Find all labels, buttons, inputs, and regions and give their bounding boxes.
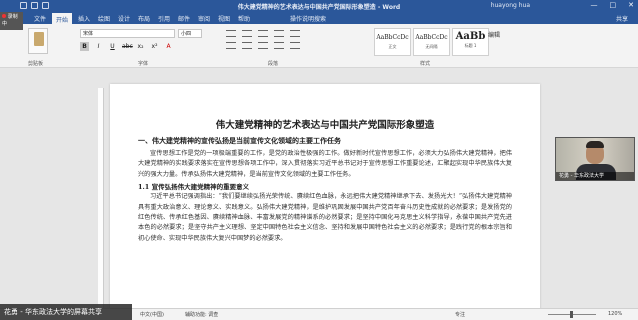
window-title: 伟大建党精神的艺术表达与中国共产党国际形象塑造 - Word bbox=[237, 4, 401, 11]
close-button[interactable]: ✕ bbox=[628, 1, 634, 9]
paragraph-2: 习近平总书记强调指出：“我们要继续弘扬光荣传统、赓续红色血脉，永远把伟大建党精神… bbox=[138, 193, 512, 242]
underline-button[interactable]: U bbox=[108, 42, 117, 51]
style-heading-1[interactable]: AaBb 标题 1 bbox=[452, 28, 489, 56]
group-label-clipboard: 剪贴板 bbox=[28, 61, 44, 67]
tab-mailings[interactable]: 邮件 bbox=[178, 14, 190, 23]
user-name[interactable]: huayong hua bbox=[491, 2, 530, 9]
ribbon: 宋体 小四 B I U abc x₂ x² A AaBbCcDc 正文 AaBb… bbox=[0, 24, 638, 68]
group-label-font: 字体 bbox=[138, 61, 149, 67]
align-center-icon[interactable] bbox=[242, 42, 252, 49]
justify-icon[interactable] bbox=[274, 42, 284, 49]
page-content: 伟大建党精神的艺术表达与中国共产党国际形象塑造 一、伟大建党精神的宣传弘扬是当前… bbox=[138, 117, 512, 244]
tell-me-search[interactable]: 操作说明搜索 bbox=[290, 14, 326, 23]
document-canvas: 伟大建党精神的艺术表达与中国共产党国际形象塑造 一、伟大建党精神的宣传弘扬是当前… bbox=[0, 68, 638, 314]
tab-references[interactable]: 引用 bbox=[158, 14, 170, 23]
format-buttons: B I U abc x₂ x² A bbox=[80, 42, 173, 51]
webcam-name-label: 花勇 - 华东政法大学 bbox=[556, 172, 634, 180]
paragraph-1: 宣传思想工作是党的一项极端重要的工作，是党的政治性极强的工作。做好新时代宣传思想… bbox=[138, 150, 512, 178]
align-buttons bbox=[226, 42, 300, 49]
tab-view[interactable]: 视图 bbox=[218, 14, 230, 23]
record-dot-icon bbox=[2, 14, 6, 18]
language-status[interactable]: 中文(中国) bbox=[140, 311, 164, 318]
subscript-button[interactable]: x₂ bbox=[136, 42, 145, 51]
zoom-level[interactable]: 120% bbox=[608, 311, 622, 317]
multilevel-list-icon[interactable] bbox=[258, 30, 268, 37]
decrease-indent-icon[interactable] bbox=[274, 30, 284, 37]
clipboard-icon bbox=[34, 32, 44, 46]
style-name: 标题 1 bbox=[464, 43, 477, 48]
italic-button[interactable]: I bbox=[94, 42, 103, 51]
style-no-spacing[interactable]: AaBbCcDc 无间隔 bbox=[413, 28, 450, 56]
style-preview: AaBb bbox=[455, 31, 486, 42]
vertical-ruler bbox=[98, 88, 104, 308]
line-spacing-icon[interactable] bbox=[290, 42, 300, 49]
window-controls: — □ ✕ bbox=[591, 1, 635, 9]
strikethrough-button[interactable]: abc bbox=[122, 42, 133, 51]
maximize-button[interactable]: □ bbox=[610, 1, 617, 9]
document-title: 伟大建党精神的艺术表达与中国共产党国际形象塑造 bbox=[215, 120, 435, 131]
tab-draw[interactable]: 绘图 bbox=[98, 14, 110, 23]
focus-mode-button[interactable]: 专注 bbox=[455, 311, 465, 318]
heading-1: 一、伟大建党精神的宣传弘扬是当前宣传文化领域的主要工作任务 bbox=[138, 136, 341, 145]
list-buttons bbox=[226, 30, 300, 37]
group-label-paragraph: 段落 bbox=[268, 61, 279, 67]
ribbon-tabs: 文件 开始 插入 绘图 设计 布局 引用 邮件 审阅 视图 帮助 操作说明搜索 … bbox=[0, 12, 638, 24]
font-size-select[interactable]: 小四 bbox=[178, 29, 202, 38]
share-button[interactable]: 共享 bbox=[616, 14, 628, 23]
style-name: 无间隔 bbox=[425, 44, 438, 49]
accessibility-status[interactable]: 辅助功能: 调查 bbox=[185, 311, 218, 318]
numbering-icon[interactable] bbox=[242, 30, 252, 37]
style-name: 正文 bbox=[388, 44, 397, 49]
zoom-slider-thumb[interactable] bbox=[570, 311, 573, 318]
group-label-styles: 样式 bbox=[420, 61, 431, 67]
bullets-icon[interactable] bbox=[226, 30, 236, 37]
recording-indicator: 录制中 bbox=[0, 12, 23, 30]
style-preview: AaBbCcDc bbox=[415, 34, 448, 41]
tab-review[interactable]: 审阅 bbox=[198, 14, 210, 23]
style-preview: AaBbCcDc bbox=[376, 34, 409, 41]
tab-design[interactable]: 设计 bbox=[118, 14, 130, 23]
tab-insert[interactable]: 插入 bbox=[78, 14, 90, 23]
style-normal[interactable]: AaBbCcDc 正文 bbox=[374, 28, 411, 56]
tab-layout[interactable]: 布局 bbox=[138, 14, 150, 23]
document-page[interactable]: 伟大建党精神的艺术表达与中国共产党国际形象塑造 一、伟大建党精神的宣传弘扬是当前… bbox=[110, 84, 540, 314]
person-hair bbox=[586, 141, 604, 148]
tab-help[interactable]: 帮助 bbox=[238, 14, 250, 23]
font-name-select[interactable]: 宋体 bbox=[80, 29, 175, 38]
align-left-icon[interactable] bbox=[226, 42, 236, 49]
heading-2: 1.1 宣传弘扬伟大建党精神的重要意义 bbox=[138, 183, 250, 192]
tab-home[interactable]: 开始 bbox=[52, 13, 73, 24]
bold-button[interactable]: B bbox=[80, 42, 89, 51]
screen-share-banner: 花勇 - 华东政法大学的屏幕共享 bbox=[0, 304, 132, 320]
align-right-icon[interactable] bbox=[258, 42, 268, 49]
font-color-button[interactable]: A bbox=[164, 42, 173, 51]
editing-button[interactable]: 编辑 bbox=[488, 30, 500, 39]
minimize-button[interactable]: — bbox=[591, 1, 598, 9]
webcam-video: 花勇 - 华东政法大学 bbox=[555, 137, 635, 181]
paste-button[interactable] bbox=[28, 28, 48, 54]
tab-file[interactable]: 文件 bbox=[34, 14, 46, 23]
increase-indent-icon[interactable] bbox=[290, 30, 300, 37]
title-bar: 伟大建党精神的艺术表达与中国共产党国际形象塑造 - Word huayong h… bbox=[0, 0, 638, 12]
styles-gallery: AaBbCcDc 正文 AaBbCcDc 无间隔 AaBb 标题 1 bbox=[374, 28, 489, 56]
superscript-button[interactable]: x² bbox=[150, 42, 159, 51]
